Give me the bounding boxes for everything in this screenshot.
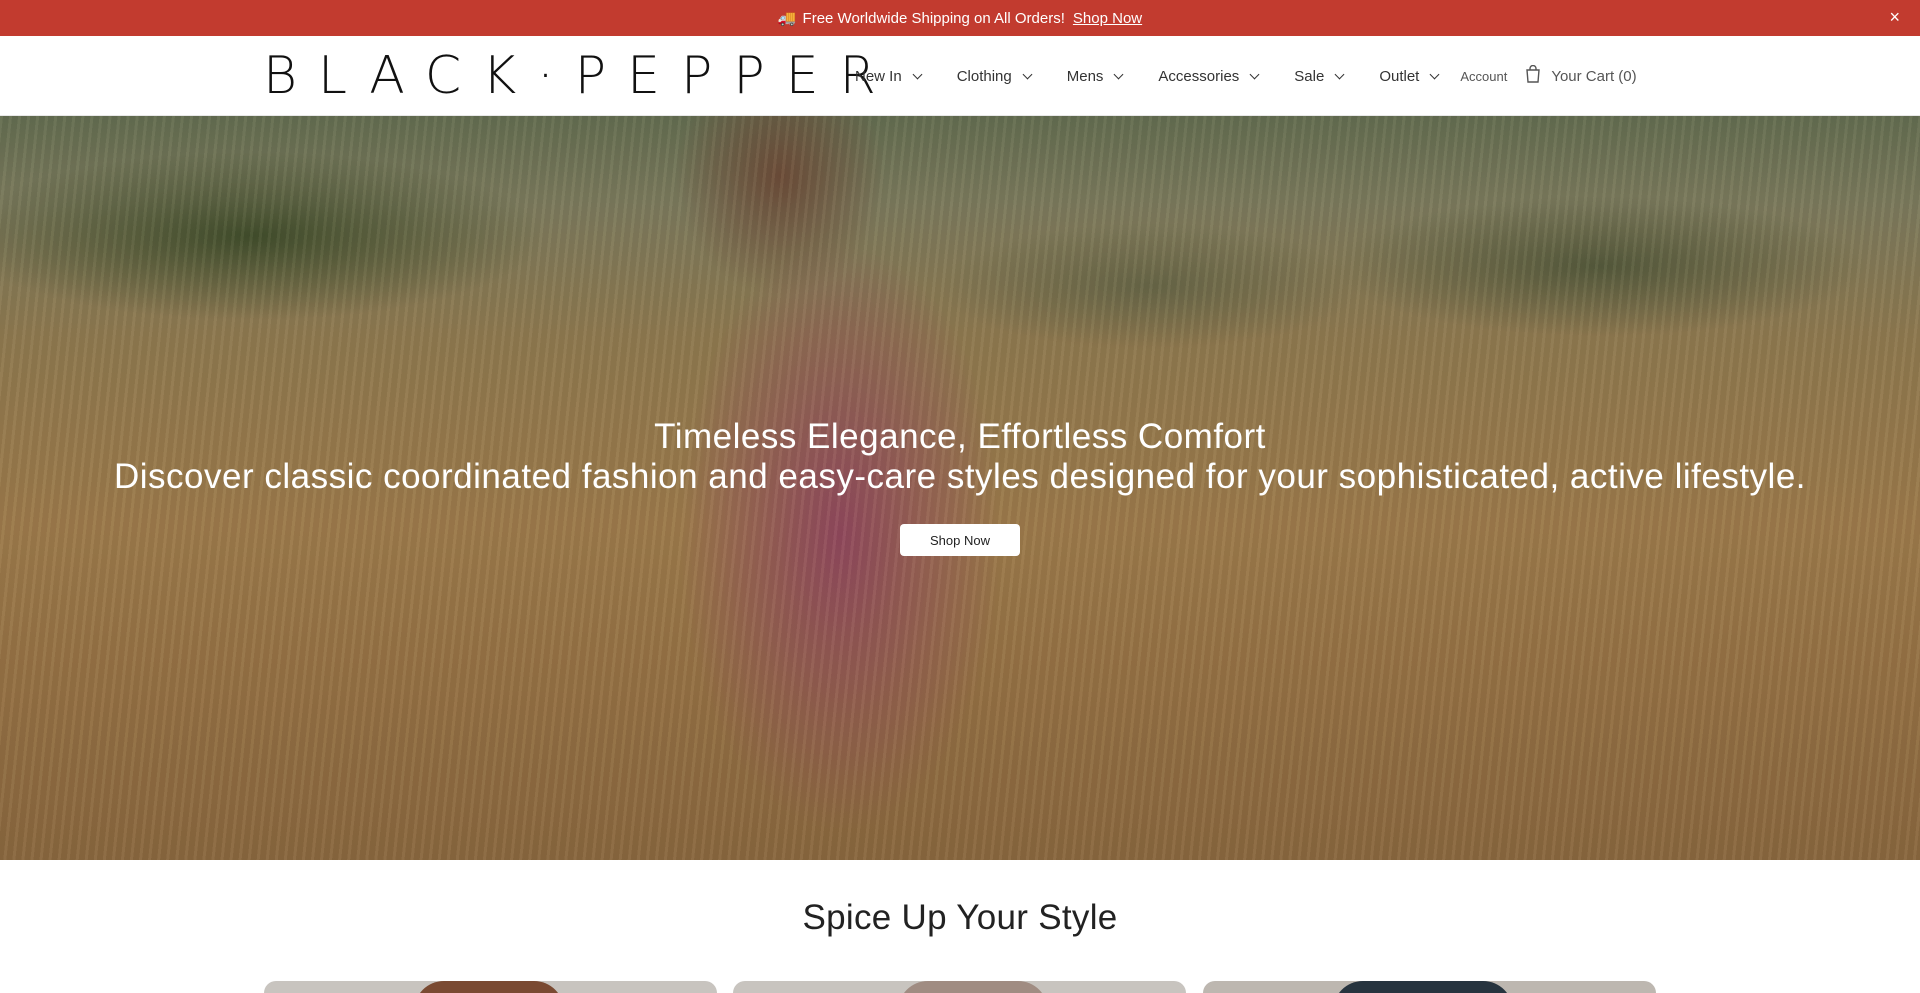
hero-shop-now-button[interactable]: Shop Now [900,524,1020,556]
nav-item-label: New In [855,67,902,85]
chevron-down-icon [1249,69,1260,79]
nav-item-label: Clothing [956,67,1012,85]
nav-item-outlet[interactable]: Outlet [1379,67,1440,85]
account-link[interactable]: Account [1460,69,1507,84]
card-image [414,981,564,993]
announcement-text: Free Worldwide Shipping on All Orders! [802,9,1065,27]
logo[interactable]: BLACK·PEPPER [263,46,897,106]
collection-card[interactable] [733,981,1186,993]
shopping-bag-icon [1525,64,1541,87]
card-image [898,981,1048,993]
nav-item-sale[interactable]: Sale [1294,67,1345,85]
section-title: Spice Up Your Style [802,898,1118,937]
nav-item-label: Accessories [1158,67,1240,85]
nav-item-new-in[interactable]: New In [855,67,923,85]
hero-banner: Timeless Elegance, Effortless Comfort Di… [0,116,1920,860]
site-header: BLACK·PEPPER New In Clothing Mens Access… [0,36,1920,116]
announcement-bar: 🚚 Free Worldwide Shipping on All Orders!… [0,0,1920,36]
chevron-down-icon [1429,69,1440,79]
nav-item-clothing[interactable]: Clothing [956,67,1033,85]
chevron-down-icon [1334,69,1345,79]
close-icon[interactable]: × [1889,8,1900,26]
truck-icon: 🚚 [777,10,797,27]
collection-card[interactable] [264,981,717,993]
cart-button[interactable]: Your Cart (0) [1525,64,1637,87]
announcement-shop-now-link[interactable]: Shop Now [1073,10,1142,27]
nav-item-label: Mens [1066,67,1104,85]
main-nav: New In Clothing Mens Accessories Sale Ou… [855,36,1637,116]
chevron-down-icon [912,69,923,79]
hero-title: Timeless Elegance, Effortless Comfort [654,417,1266,456]
chevron-down-icon [1113,69,1124,79]
collection-card[interactable] [1203,981,1656,993]
nav-item-mens[interactable]: Mens [1066,67,1124,85]
nav-item-label: Outlet [1379,67,1420,85]
cart-label: Your Cart (0) [1551,67,1637,85]
nav-item-accessories[interactable]: Accessories [1158,67,1260,85]
chevron-down-icon [1022,69,1033,79]
nav-item-label: Sale [1294,67,1325,85]
card-image [1333,981,1513,993]
hero-subtitle: Discover classic coordinated fashion and… [113,457,1807,496]
